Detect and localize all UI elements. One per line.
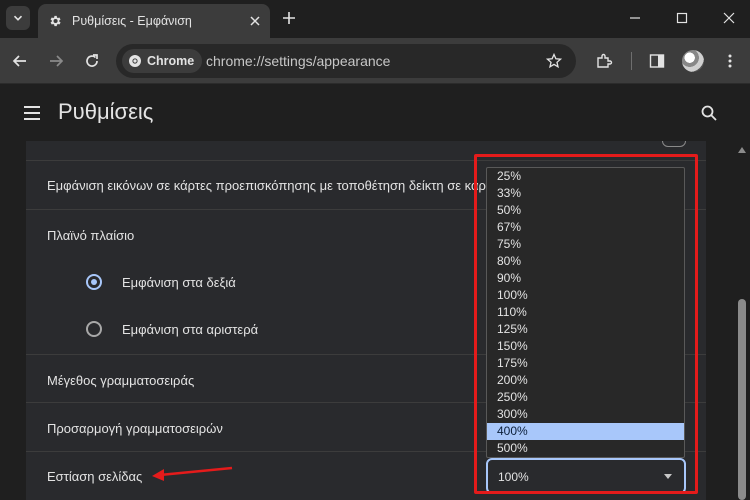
toolbar-divider	[631, 52, 632, 70]
scroll-up-icon[interactable]	[738, 147, 746, 153]
hamburger-menu-icon[interactable]	[23, 105, 41, 121]
partial-toggle[interactable]	[662, 141, 686, 147]
forward-arrow-icon[interactable]	[47, 52, 65, 70]
radio-side-right[interactable]	[86, 274, 102, 290]
font-size-label: Μέγεθος γραμματοσειράς	[47, 373, 195, 388]
minimize-icon[interactable]	[628, 11, 642, 25]
search-icon[interactable]	[700, 104, 718, 122]
page-zoom-label: Εστίαση σελίδας	[47, 469, 143, 484]
chip-label: Chrome	[147, 54, 195, 68]
tab-title: Ρυθμίσεις - Εμφάνιση	[72, 14, 192, 28]
reload-icon[interactable]	[83, 52, 101, 70]
extensions-icon[interactable]	[595, 52, 613, 70]
chrome-chip[interactable]: Chrome	[122, 49, 203, 73]
chrome-logo-icon	[129, 55, 141, 67]
side-left-label: Εμφάνιση στα αριστερά	[122, 322, 259, 337]
close-window-icon[interactable]	[722, 11, 736, 25]
tab-settings[interactable]: Ρυθμίσεις - Εμφάνιση	[38, 4, 270, 38]
maximize-icon[interactable]	[675, 11, 689, 25]
radio-side-left[interactable]	[86, 321, 102, 337]
partial-setting-row: · · · · · ·	[46, 141, 112, 147]
url-text[interactable]: chrome://settings/appearance	[206, 53, 390, 69]
profile-avatar[interactable]	[682, 50, 704, 72]
chevron-down-icon	[13, 15, 23, 21]
side-right-label: Εμφάνιση στα δεξιά	[122, 275, 236, 290]
title-bar: Ρυθμίσεις - Εμφάνιση	[0, 0, 750, 38]
side-panel-icon[interactable]	[648, 52, 666, 70]
annotation-highlight-box	[474, 154, 698, 494]
settings-header: Ρυθμίσεις	[0, 85, 750, 141]
gear-icon	[50, 15, 61, 27]
new-tab-icon[interactable]	[281, 10, 297, 26]
side-panel-label: Πλαϊνό πλαίσιο	[47, 228, 135, 243]
scrollbar[interactable]	[734, 141, 750, 500]
page-title: Ρυθμίσεις	[58, 99, 154, 124]
browser-toolbar: Chrome chrome://settings/appearance	[0, 38, 750, 84]
more-menu-icon[interactable]	[721, 52, 739, 70]
address-bar[interactable]: Chrome chrome://settings/appearance	[116, 44, 576, 78]
tab-search-button[interactable]	[6, 6, 30, 30]
star-icon[interactable]	[546, 53, 562, 69]
close-icon[interactable]	[248, 14, 262, 28]
tab-previews-label: Εμφάνιση εικόνων σε κάρτες προεπισκόπηση…	[47, 178, 491, 193]
scrollbar-thumb[interactable]	[738, 299, 746, 500]
annotation-arrow-icon	[152, 466, 233, 481]
back-arrow-icon[interactable]	[11, 52, 29, 70]
customize-fonts-label: Προσαρμογή γραμματοσειρών	[47, 421, 223, 436]
